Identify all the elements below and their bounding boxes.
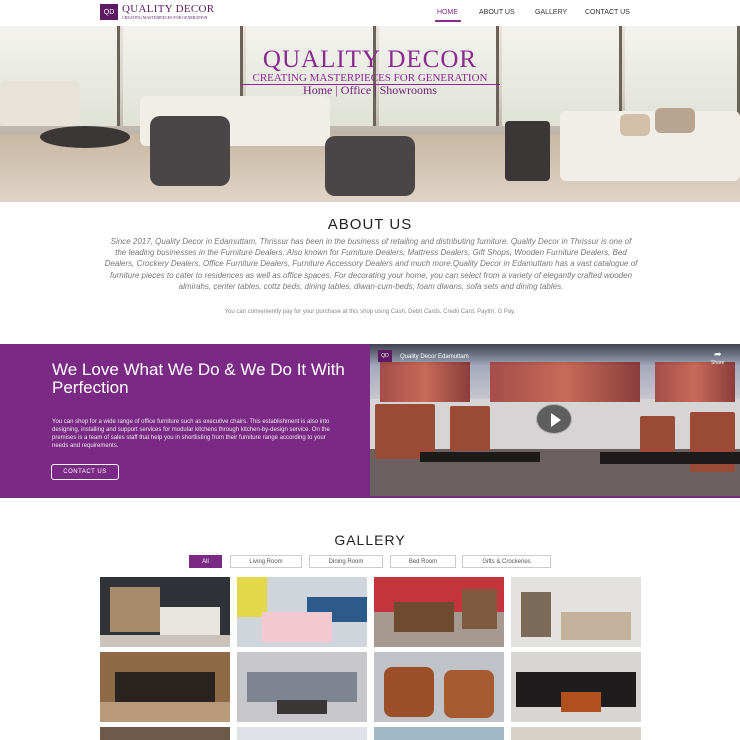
page: QD QUALITY DECOR CREATING MASTERPIECES F… xyxy=(0,0,740,740)
video-player[interactable]: QD Quality Decor Edamuttam ➦ Share xyxy=(370,344,740,496)
site-header: QD QUALITY DECOR CREATING MASTERPIECES F… xyxy=(0,0,740,26)
active-nav-underline xyxy=(435,20,461,22)
gallery-image[interactable] xyxy=(374,727,504,740)
contact-us-button[interactable]: CONTACT US xyxy=(51,464,119,480)
cabinet-shape xyxy=(462,589,497,629)
chair-shape xyxy=(444,670,494,718)
wardrobe-shape xyxy=(110,587,160,632)
logo-text: QUALITY DECOR CREATING MASTERPIECES FOR … xyxy=(122,3,215,21)
dining-table-shape xyxy=(115,672,215,702)
filter-gifts-crockeries[interactable]: Gifts & Crockeries xyxy=(462,555,551,568)
hero-cushion xyxy=(620,114,650,136)
video-underline xyxy=(370,496,740,498)
gallery-image[interactable] xyxy=(511,577,641,647)
coffee-table-shape xyxy=(561,692,601,712)
nav-about-us[interactable]: ABOUT US xyxy=(479,9,515,16)
gallery-image[interactable] xyxy=(237,577,367,647)
gallery-image[interactable] xyxy=(100,652,230,722)
about-title: ABOUT US xyxy=(327,216,413,233)
logo-name: QUALITY DECOR xyxy=(122,3,215,15)
hero-chair xyxy=(325,136,415,196)
bed-shape xyxy=(262,612,332,642)
wardrobe-shape xyxy=(521,592,551,637)
sofa-shape xyxy=(247,672,357,702)
video-shelf xyxy=(490,362,640,402)
nav-gallery[interactable]: GALLERY xyxy=(535,9,567,16)
gallery-image[interactable] xyxy=(100,727,230,740)
hero-cushion xyxy=(655,108,695,133)
bed-shape xyxy=(561,612,631,640)
video-title[interactable]: Quality Decor Edamuttam xyxy=(400,354,469,360)
nav-contact-us[interactable]: CONTACT US xyxy=(585,9,630,16)
filter-all[interactable]: All xyxy=(189,555,222,568)
gallery-image[interactable] xyxy=(511,652,641,722)
channel-logo-icon[interactable]: QD xyxy=(378,350,392,362)
coffee-table-shape xyxy=(277,700,327,714)
gallery-title: GALLERY xyxy=(334,532,406,548)
logo-tagline: CREATING MASTERPIECES FOR GENERATION xyxy=(122,15,208,20)
gallery-image[interactable] xyxy=(511,727,641,740)
hero-links[interactable]: Home | Office | Showrooms xyxy=(0,83,740,98)
gallery-image[interactable] xyxy=(374,577,504,647)
bed-shape xyxy=(160,607,220,637)
floor-shape xyxy=(100,635,230,647)
nav-home[interactable]: HOME xyxy=(437,9,458,16)
logo-mark-icon: QD xyxy=(100,4,118,20)
video-shelf xyxy=(380,362,470,402)
filter-bed-room[interactable]: Bed Room xyxy=(390,555,456,568)
video-shelf xyxy=(655,362,735,402)
hero-chair xyxy=(150,116,230,186)
video-table xyxy=(420,452,540,462)
play-button-icon[interactable] xyxy=(536,404,572,434)
love-body: You can shop for a wide range of office … xyxy=(52,419,330,449)
chair-shape xyxy=(384,667,434,717)
gallery-image[interactable] xyxy=(237,727,367,740)
filter-dining-room[interactable]: Dining Room xyxy=(309,555,383,568)
about-body: Since 2017, Quality Decor in Edamuttam, … xyxy=(104,237,638,291)
video-chair xyxy=(375,404,435,459)
hero-banner: QUALITY DECOR CREATING MASTERPIECES FOR … xyxy=(0,26,740,202)
share-label[interactable]: Share xyxy=(711,360,724,366)
hero-title: QUALITY DECOR xyxy=(262,46,478,73)
sign-shape xyxy=(237,577,267,617)
hero-sofa xyxy=(560,111,740,181)
hero-side-table xyxy=(505,121,550,181)
video-table xyxy=(600,452,740,464)
video-chair xyxy=(450,406,490,451)
share-icon[interactable]: ➦ xyxy=(714,349,722,360)
floor-shape xyxy=(100,702,230,722)
gallery-image[interactable] xyxy=(374,652,504,722)
logo[interactable]: QD QUALITY DECOR CREATING MASTERPIECES F… xyxy=(100,4,214,20)
gallery-image[interactable] xyxy=(237,652,367,722)
filter-living-room[interactable]: Living Room xyxy=(230,555,302,568)
love-section: We Love What We Do & We Do It With Perfe… xyxy=(0,344,370,498)
hero-table xyxy=(40,126,130,148)
bed-shape xyxy=(394,602,454,632)
love-title: We Love What We Do & We Do It With Perfe… xyxy=(52,360,345,397)
gallery-image[interactable] xyxy=(100,577,230,647)
about-payment-note: You can conveniently pay for your purcha… xyxy=(224,309,516,315)
